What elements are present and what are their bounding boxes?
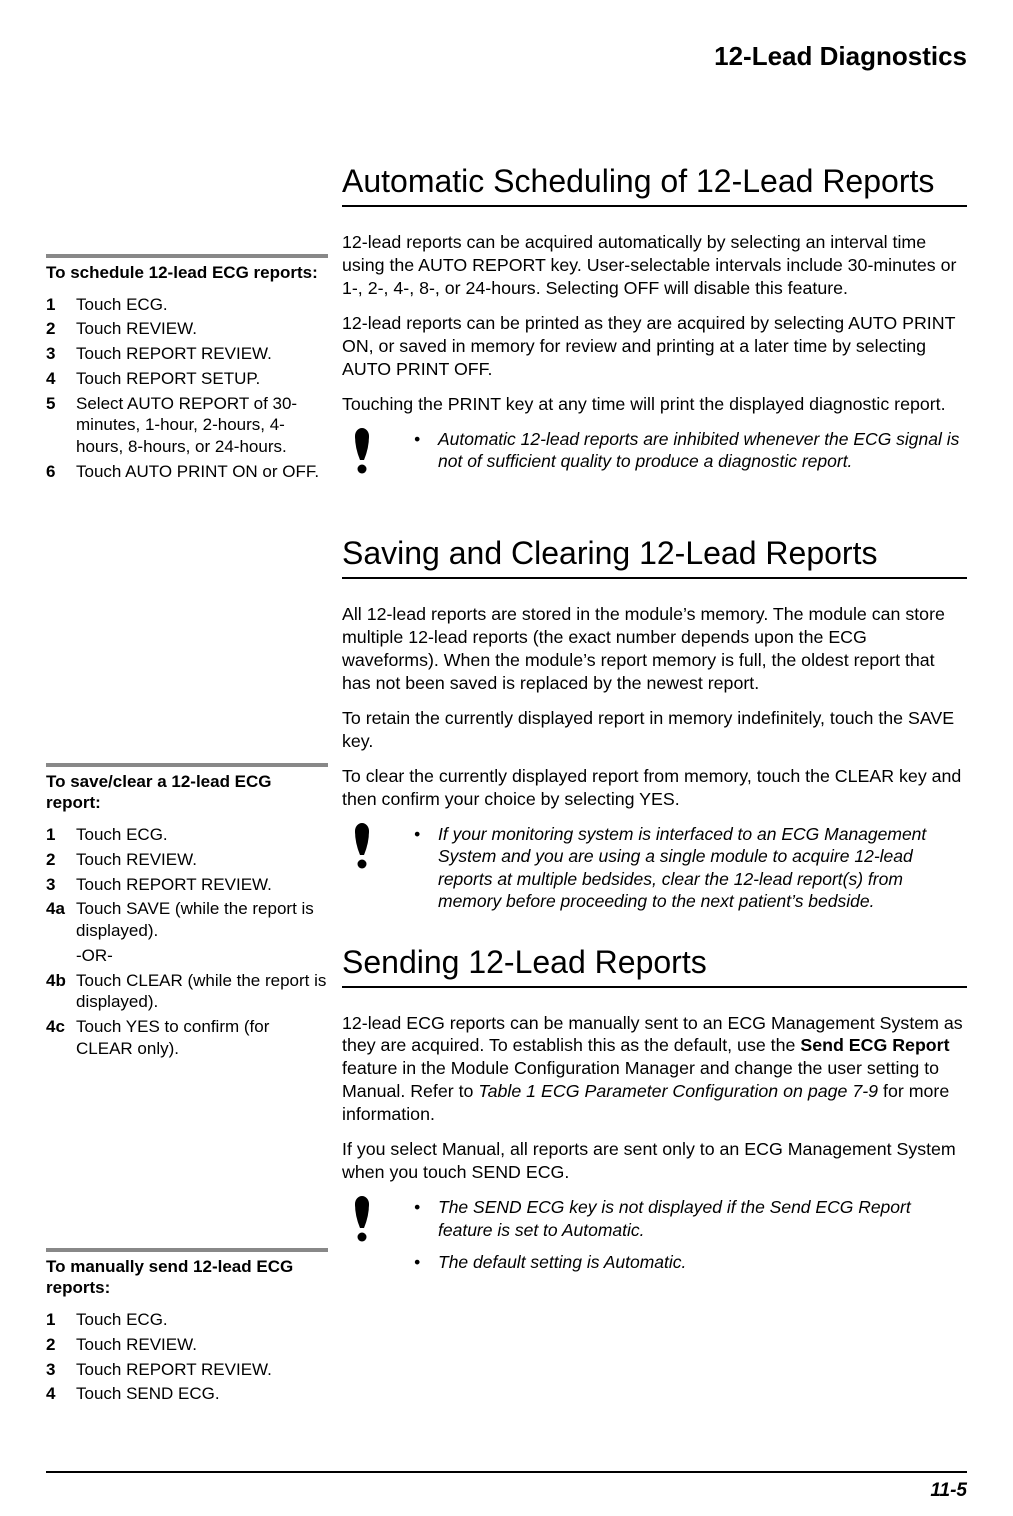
step-num: 4b xyxy=(46,970,76,1014)
step-text: Touch SAVE (while the report is displaye… xyxy=(76,898,328,942)
sidebar-block-saveclear: To save/clear a 12-lead ECG report: 1Tou… xyxy=(46,763,328,1060)
step-text: Touch AUTO PRINT ON or OFF. xyxy=(76,461,328,483)
step-text: Touch REPORT REVIEW. xyxy=(76,343,328,365)
note-block: •Automatic 12-lead reports are inhibited… xyxy=(342,428,967,483)
step-num: 5 xyxy=(46,393,76,458)
note-block: •The SEND ECG key is not displayed if th… xyxy=(342,1196,967,1283)
sidebar-block-schedule: To schedule 12-lead ECG reports: 1Touch … xyxy=(46,254,328,483)
note-text: The SEND ECG key is not displayed if the… xyxy=(438,1196,967,1241)
sidebar: To schedule 12-lead ECG reports: 1Touch … xyxy=(46,162,328,1472)
step-text: Touch REPORT REVIEW. xyxy=(76,874,328,896)
note-text: Automatic 12-lead reports are inhibited … xyxy=(438,428,967,473)
step-num: 4c xyxy=(46,1016,76,1060)
step-text: Touch REPORT SETUP. xyxy=(76,368,328,390)
exclamation-icon xyxy=(342,823,382,869)
step-num: 1 xyxy=(46,294,76,316)
body-text: To clear the currently displayed report … xyxy=(342,765,967,811)
body-text: All 12-lead reports are stored in the mo… xyxy=(342,603,967,695)
bold-term: Send ECG Report xyxy=(800,1035,949,1055)
note-text: The default setting is Automatic. xyxy=(438,1251,967,1273)
body-text: Touching the PRINT key at any time will … xyxy=(342,393,967,416)
section-title-saving: Saving and Clearing 12-Lead Reports xyxy=(342,534,967,579)
exclamation-icon xyxy=(342,428,382,474)
step-text: Touch REVIEW. xyxy=(76,318,328,340)
step-num: 4a xyxy=(46,898,76,942)
section-title-sending: Sending 12-Lead Reports xyxy=(342,943,967,988)
step-num: 4 xyxy=(46,368,76,390)
step-text: Touch ECG. xyxy=(76,294,328,316)
step-text: Touch SEND ECG. xyxy=(76,1383,328,1405)
step-num: 4 xyxy=(46,1383,76,1405)
sidebar-block-send: To manually send 12-lead ECG reports: 1T… xyxy=(46,1248,328,1406)
step-num: 3 xyxy=(46,1359,76,1381)
step-text: -OR- xyxy=(76,945,328,967)
sidebar-title-saveclear: To save/clear a 12-lead ECG report: xyxy=(46,771,328,815)
sidebar-title-send: To manually send 12-lead ECG reports: xyxy=(46,1256,328,1300)
step-text: Touch ECG. xyxy=(76,1309,328,1331)
step-num: 6 xyxy=(46,461,76,483)
note-text: If your monitoring system is interfaced … xyxy=(438,823,967,913)
exclamation-icon xyxy=(342,1196,382,1242)
step-text: Touch CLEAR (while the report is display… xyxy=(76,970,328,1014)
section-title-scheduling: Automatic Scheduling of 12-Lead Reports xyxy=(342,162,967,207)
body-text: To retain the currently displayed report… xyxy=(342,707,967,753)
step-num: 1 xyxy=(46,824,76,846)
sidebar-title-schedule: To schedule 12-lead ECG reports: xyxy=(46,262,328,284)
step-num: 3 xyxy=(46,343,76,365)
step-num: 2 xyxy=(46,1334,76,1356)
body-text: 12-lead ECG reports can be manually sent… xyxy=(342,1012,967,1127)
step-num xyxy=(46,945,76,967)
step-num: 3 xyxy=(46,874,76,896)
cross-ref: Table 1 ECG Parameter Configuration on p… xyxy=(478,1081,878,1101)
step-text: Touch YES to confirm (for CLEAR only). xyxy=(76,1016,328,1060)
step-num: 2 xyxy=(46,318,76,340)
main-content: Automatic Scheduling of 12-Lead Reports … xyxy=(342,162,967,1472)
body-text: 12-lead reports can be acquired automati… xyxy=(342,231,967,300)
step-num: 2 xyxy=(46,849,76,871)
step-text: Touch REVIEW. xyxy=(76,1334,328,1356)
step-text: Touch REPORT REVIEW. xyxy=(76,1359,328,1381)
body-text: 12-lead reports can be printed as they a… xyxy=(342,312,967,381)
body-text: If you select Manual, all reports are se… xyxy=(342,1138,967,1184)
page-number: 11-5 xyxy=(46,1471,967,1504)
page-header-title: 12-Lead Diagnostics xyxy=(46,40,967,74)
step-text: Select AUTO REPORT of 30-minutes, 1-hour… xyxy=(76,393,328,458)
step-text: Touch REVIEW. xyxy=(76,849,328,871)
step-num: 1 xyxy=(46,1309,76,1331)
note-block: •If your monitoring system is interfaced… xyxy=(342,823,967,923)
step-text: Touch ECG. xyxy=(76,824,328,846)
